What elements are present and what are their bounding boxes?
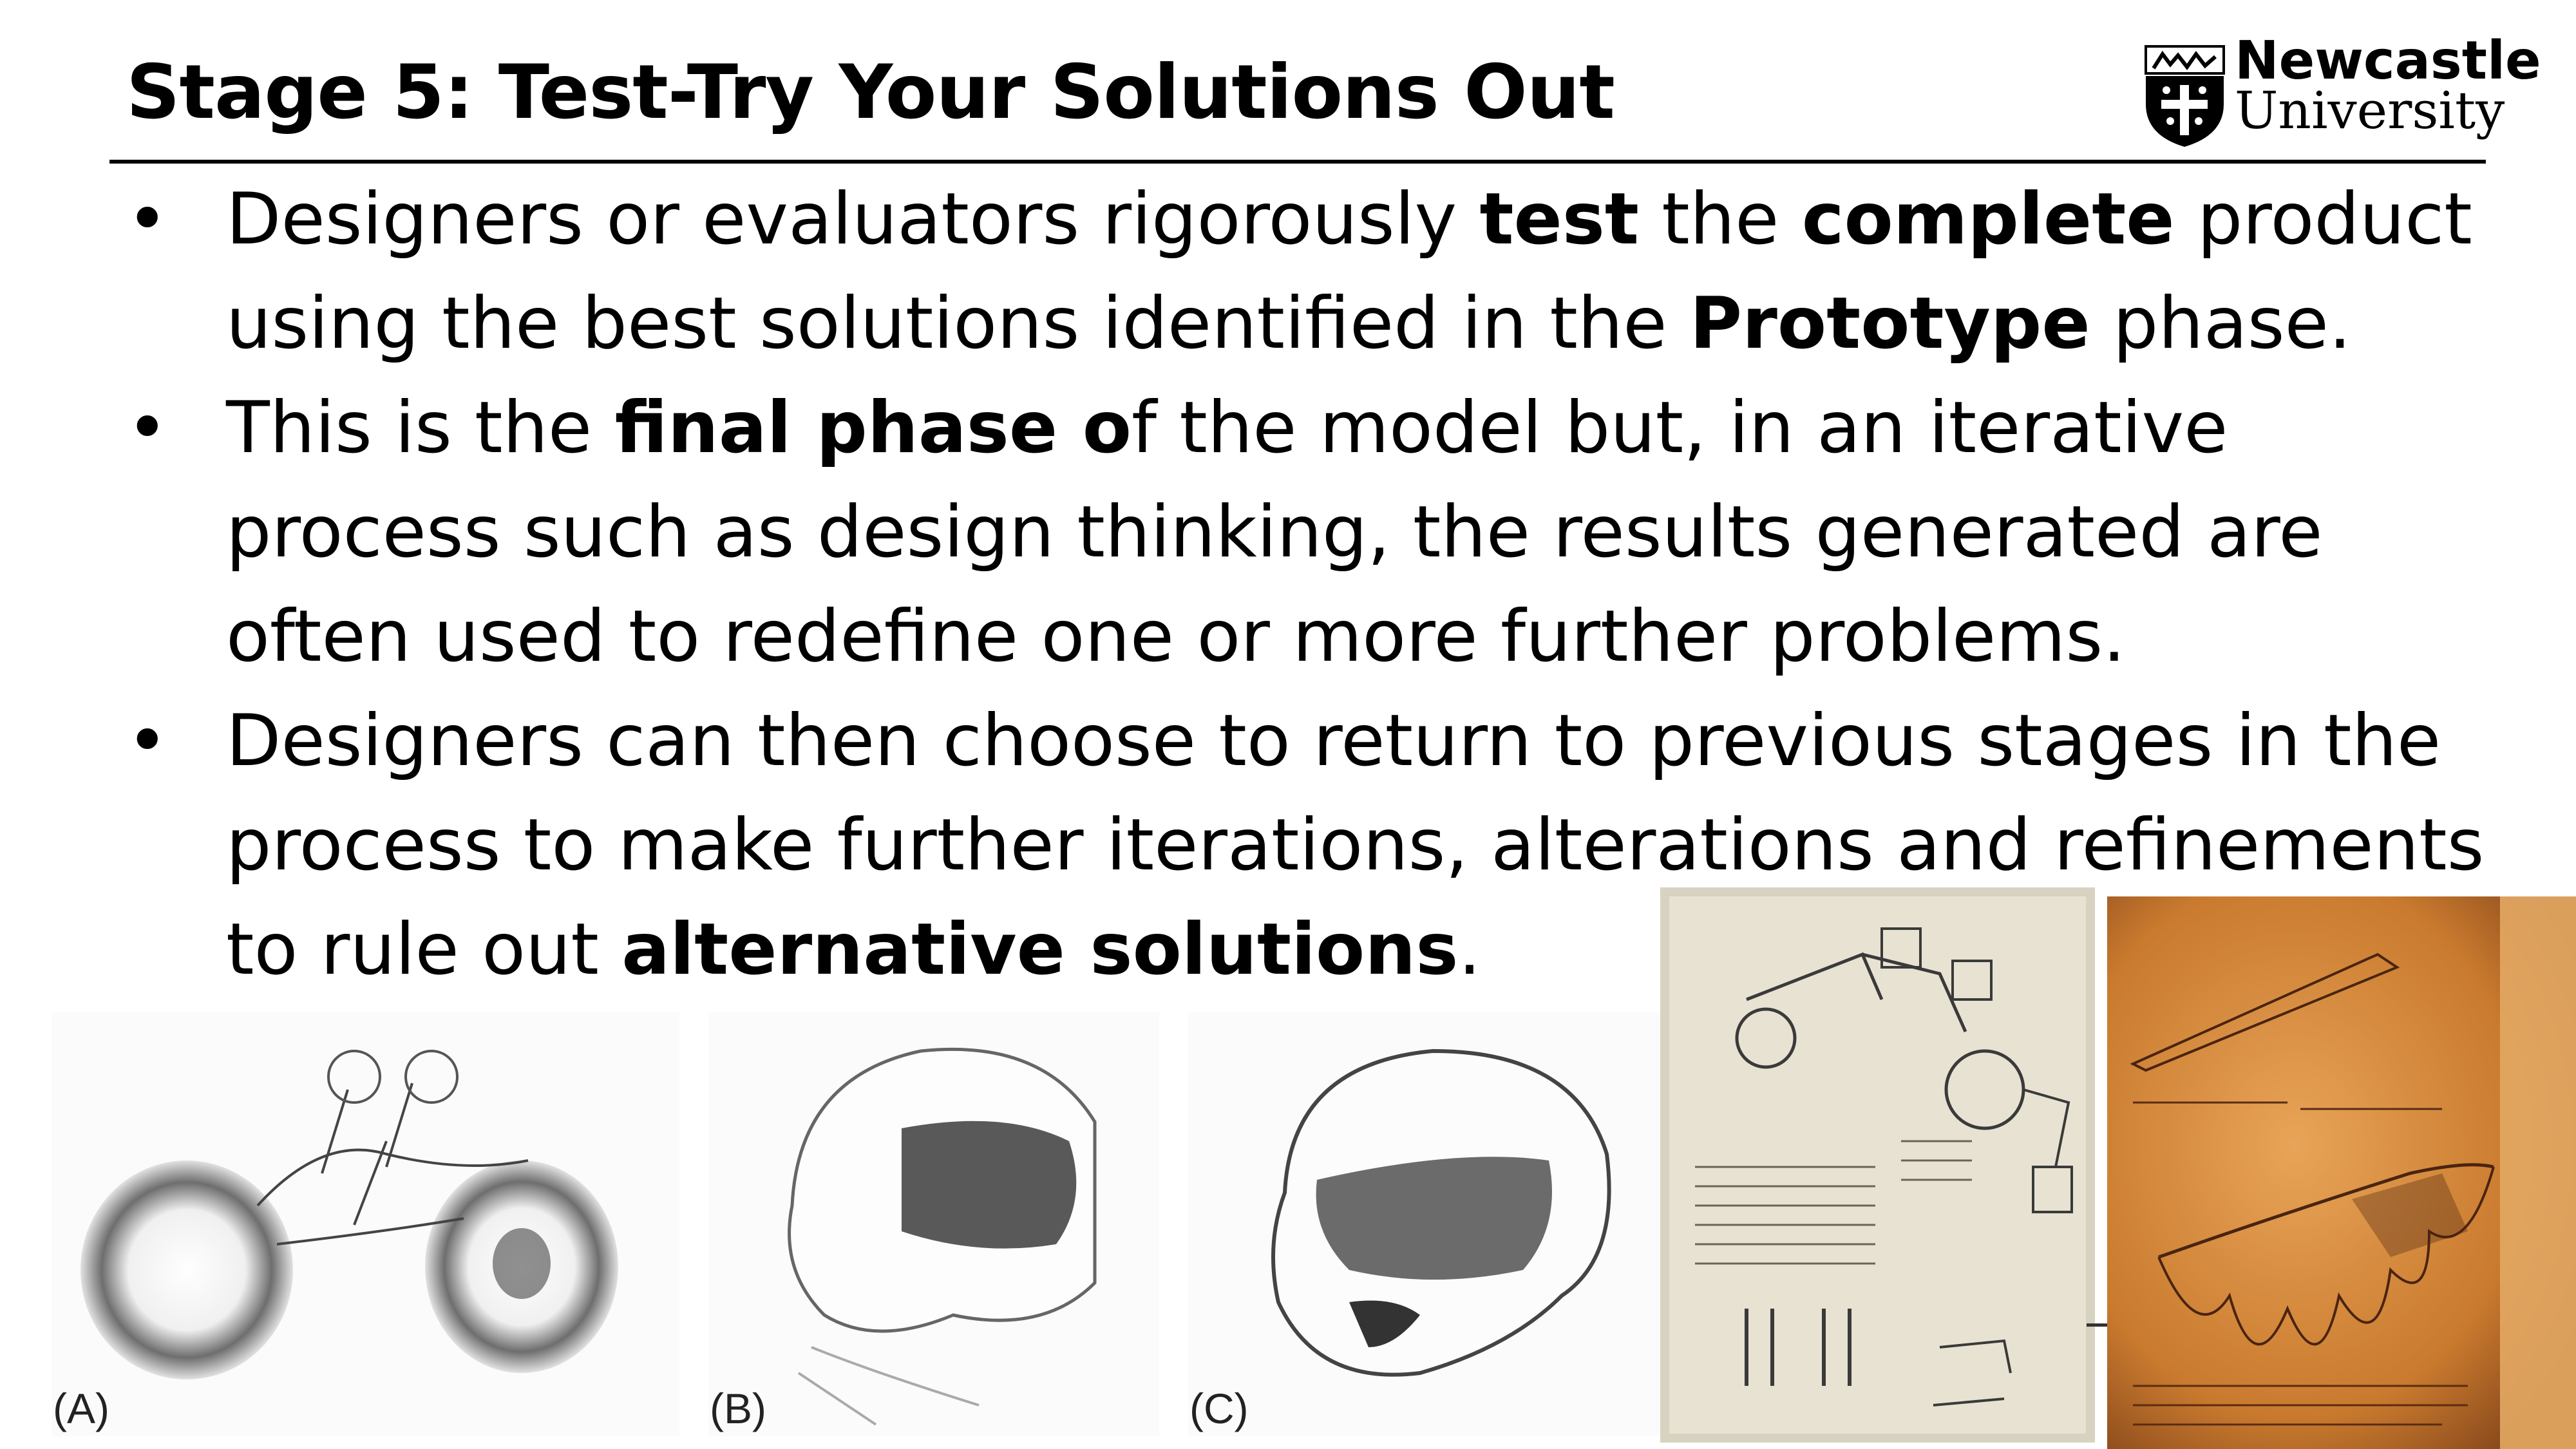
bullet-item: • This is the final phase of the model b…	[126, 376, 2503, 689]
sketch-helmet-profile-image: (B)	[708, 1012, 1159, 1436]
sketch-helmet-front-image: (C)	[1188, 1012, 1668, 1436]
bullet-marker: •	[126, 699, 169, 782]
bullet-emphasis: Prototype	[1689, 282, 2090, 365]
bullet-marker: •	[126, 178, 169, 261]
bullet-list: • Designers or evaluators rigorously tes…	[126, 167, 2503, 1002]
university-logo: Newcastle University	[2145, 35, 2541, 149]
figure-label: (A)	[53, 1385, 109, 1432]
bullet-emphasis: complete	[1801, 178, 2175, 261]
sketch-motorbike-image: (A)	[52, 1012, 679, 1436]
figure-label: (B)	[710, 1385, 766, 1432]
manuscript-wing-image	[2107, 896, 2576, 1449]
manuscript-machine-image	[1660, 887, 2095, 1443]
crest-shield-icon	[2145, 45, 2225, 147]
slide-title: Stage 5: Test-Try Your Solutions Out	[126, 49, 1615, 136]
bullet-marker: •	[126, 386, 169, 469]
bullet-text: the	[1638, 178, 1802, 261]
title-divider	[109, 160, 2486, 164]
logo-line-2: University	[2235, 80, 2505, 140]
bullet-text: phase.	[2090, 282, 2352, 365]
bullet-item: • Designers or evaluators rigorously tes…	[126, 167, 2503, 376]
bullet-text: This is the	[226, 386, 615, 469]
logo-line-1: Newcastle	[2235, 30, 2541, 91]
connector-line	[2087, 1323, 2110, 1327]
bullet-text: Designers or evaluators rigorously	[226, 178, 1480, 261]
bullet-emphasis: final phase o	[614, 386, 1132, 469]
bullet-emphasis: alternative solutions	[621, 908, 1459, 991]
bullet-emphasis: test	[1479, 178, 1639, 261]
bullet-text: .	[1458, 908, 1481, 991]
figure-label: (C)	[1189, 1385, 1249, 1432]
